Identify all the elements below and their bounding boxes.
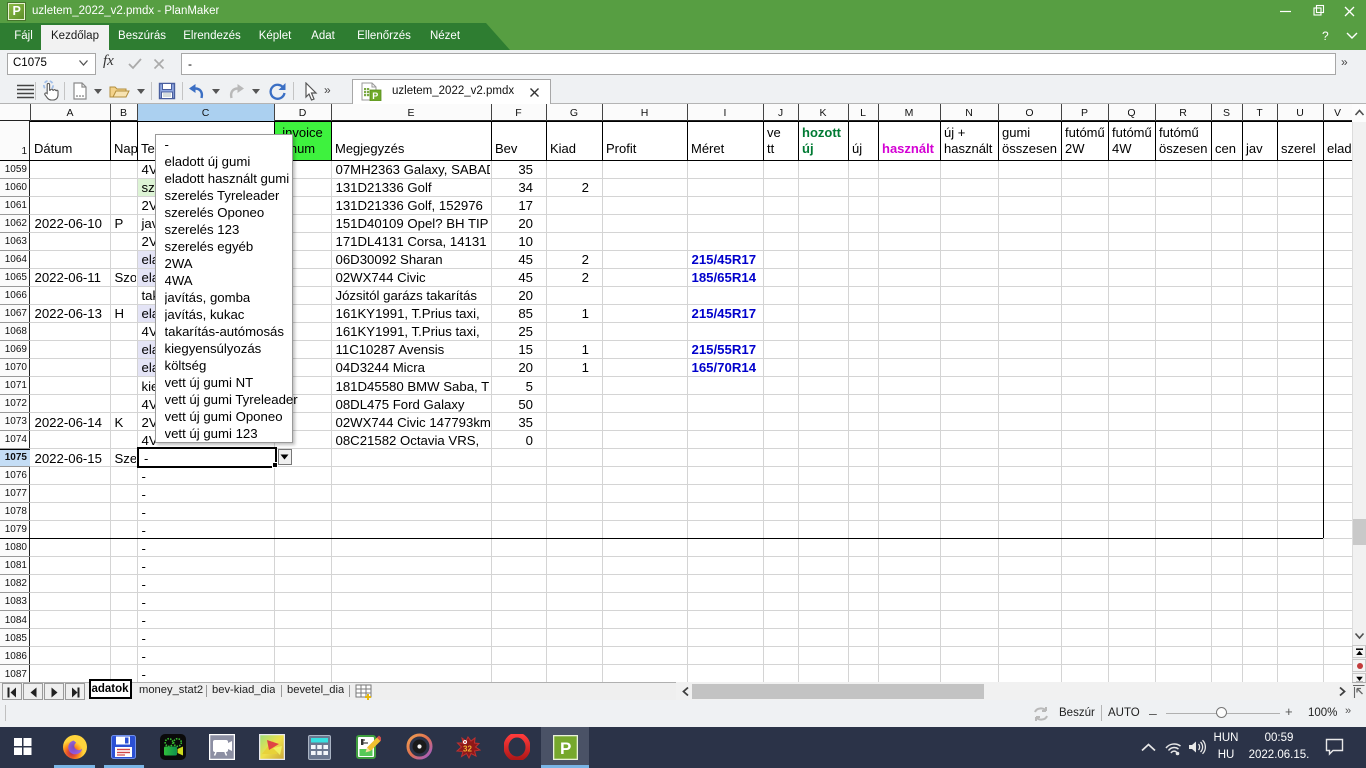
svg-text:P: P [560, 739, 571, 758]
svg-text:P: P [372, 91, 378, 101]
svg-text:32: 32 [463, 745, 472, 754]
